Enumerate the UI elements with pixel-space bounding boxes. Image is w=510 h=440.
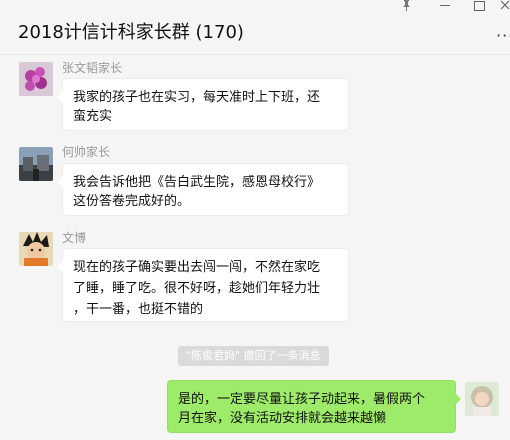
sender-name: 张文韬家长 — [62, 61, 123, 75]
message-text-line: 现在的孩子确实要出去闯一闯，不然在家吃 — [73, 260, 321, 275]
minimize-icon[interactable] — [440, 0, 450, 12]
message-bubble[interactable]: 我会告诉他把《告白武生院，感恩母校行》 这份答卷完成好的。 — [57, 163, 349, 216]
message-text-line: 了睡，睡了吃。很不好呀，趁她们年轻力壮 — [73, 281, 321, 296]
girl-avatar[interactable] — [465, 382, 499, 416]
building-avatar[interactable] — [19, 147, 53, 181]
recall-sender: "陈俊君妈" — [186, 349, 241, 362]
chat-header: 2018计信计科家长群 (170) ··· — [0, 0, 510, 55]
recall-text: 撤回了一条消息 — [240, 349, 321, 362]
pin-icon[interactable] — [402, 0, 411, 12]
close-icon[interactable] — [500, 0, 510, 12]
recall-notice: "陈俊君妈" 撤回了一条消息 — [178, 346, 329, 366]
message-text-line: ，干一番，也挺不错的 — [73, 302, 204, 317]
flower-avatar[interactable] — [19, 62, 53, 96]
chat-title: 2018计信计科家长群 (170) — [18, 22, 244, 43]
maximize-icon[interactable] — [474, 1, 485, 11]
message-bubble[interactable]: 现在的孩子确实要出去闯一闯，不然在家吃 了睡，睡了吃。很不好呀，趁她们年轻力壮 … — [57, 248, 349, 322]
sender-name: 文博 — [62, 231, 87, 245]
sender-name: 何帅家长 — [62, 145, 111, 159]
more-options-icon[interactable]: ··· — [496, 26, 510, 45]
message-bubble[interactable]: 我家的孩子也在实习，每天准时上下班，还 蛮充实 — [57, 78, 349, 131]
cartoon-avatar[interactable] — [19, 232, 53, 266]
my-message-bubble[interactable]: 是的，一定要尽量让孩子动起来，暑假两个 月在家，没有活动安排就会越来越懒 — [167, 380, 461, 433]
message-text-line: 我家的孩子也在实习，每天准时上下班，还 — [73, 90, 321, 105]
